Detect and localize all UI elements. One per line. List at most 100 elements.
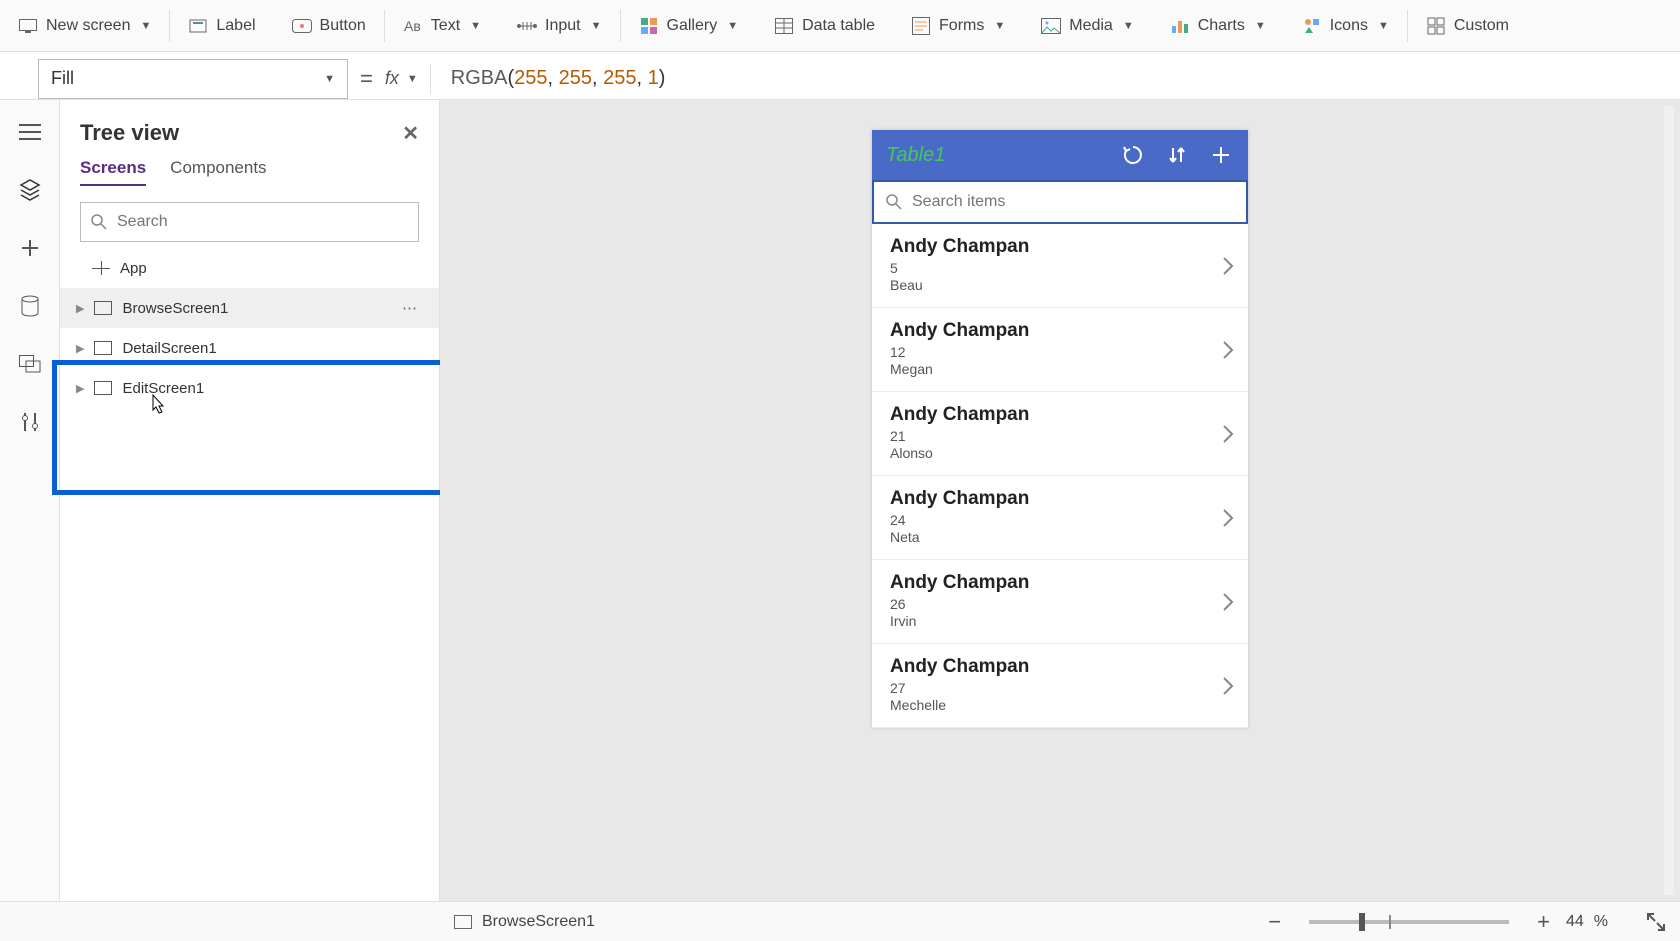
insert-icon[interactable] xyxy=(16,234,44,262)
ribbon-button-btn[interactable]: Button xyxy=(274,0,384,51)
ribbon-label-btn[interactable]: Label xyxy=(170,0,273,51)
ribbon-media[interactable]: Media ▼ xyxy=(1023,0,1151,51)
fx-selector[interactable]: fx ▼ xyxy=(385,68,418,89)
more-icon[interactable]: ⋯ xyxy=(402,299,419,317)
media-icon xyxy=(1041,16,1061,36)
tree-view-icon[interactable] xyxy=(16,176,44,204)
ribbon-text[interactable]: Aʙ Text ▼ xyxy=(385,0,499,51)
preview-header: Table1 xyxy=(872,130,1248,180)
ribbon-label: Forms xyxy=(939,17,984,35)
advanced-tools-icon[interactable] xyxy=(16,408,44,436)
left-rail xyxy=(0,100,60,901)
gallery-item-number: 26 xyxy=(890,596,1232,612)
text-icon: Aʙ xyxy=(403,16,423,36)
gallery-item-number: 24 xyxy=(890,512,1232,528)
screen-icon xyxy=(94,301,112,315)
formula-arg: 255 xyxy=(559,67,592,90)
chevron-down-icon: ▼ xyxy=(324,73,335,85)
formula-arg: 255 xyxy=(603,67,636,90)
screen-icon xyxy=(454,915,472,929)
ribbon-data-table[interactable]: Data table xyxy=(756,0,893,51)
ribbon-icons[interactable]: Icons ▼ xyxy=(1284,0,1407,51)
data-icon[interactable] xyxy=(16,292,44,320)
tab-screens[interactable]: Screens xyxy=(80,158,146,186)
ribbon-custom[interactable]: Custom xyxy=(1408,0,1527,51)
chevron-right-icon[interactable]: ▶ xyxy=(76,302,84,315)
ribbon-new-screen[interactable]: New screen ▼ xyxy=(0,0,169,51)
tree-item-browsescreen1[interactable]: ▶ BrowseScreen1 ⋯ xyxy=(60,288,439,328)
datatable-icon xyxy=(774,16,794,36)
tree-search-input[interactable] xyxy=(117,213,408,231)
chevron-right-icon[interactable] xyxy=(1222,592,1234,612)
chevron-right-icon[interactable]: ▶ xyxy=(76,382,84,395)
gallery-item-subtitle: Megan xyxy=(890,361,1232,377)
ribbon-label: Label xyxy=(216,17,255,35)
hamburger-icon[interactable] xyxy=(16,118,44,146)
chevron-right-icon[interactable] xyxy=(1222,340,1234,360)
ribbon-label: New screen xyxy=(46,17,130,35)
zoom-in-button[interactable]: + xyxy=(1531,909,1556,935)
close-icon[interactable]: ✕ xyxy=(402,121,419,146)
search-icon xyxy=(886,194,902,210)
chevron-down-icon: ▼ xyxy=(1255,20,1266,32)
chevron-right-icon[interactable] xyxy=(1222,676,1234,696)
formula-arg: 1 xyxy=(648,67,659,90)
ribbon-gallery[interactable]: Gallery ▼ xyxy=(621,0,757,51)
gallery-item-title: Andy Champan xyxy=(890,404,1232,426)
sort-icon[interactable] xyxy=(1164,142,1190,168)
preview-search-input[interactable] xyxy=(912,193,1234,211)
ribbon-label: Charts xyxy=(1198,17,1245,35)
equals-sign: = xyxy=(360,66,373,92)
search-icon xyxy=(91,214,107,230)
fx-icon: fx xyxy=(385,68,399,89)
gallery-item[interactable]: Andy Champan21Alonso xyxy=(872,392,1248,476)
ribbon-charts[interactable]: Charts ▼ xyxy=(1152,0,1284,51)
screen-icon xyxy=(94,381,112,395)
formula-fn: RGBA xyxy=(451,67,508,90)
chevron-down-icon: ▼ xyxy=(591,20,602,32)
ribbon-input[interactable]: Input ▼ xyxy=(499,0,619,51)
tree-search[interactable] xyxy=(80,202,419,242)
gallery-item-title: Andy Champan xyxy=(890,236,1232,258)
tree-item-app[interactable]: App xyxy=(60,248,439,288)
canvas-scrollbar[interactable] xyxy=(1664,106,1674,895)
formula-input[interactable]: RGBA(255, 255, 255, 1) xyxy=(443,59,1670,99)
gallery-item-subtitle: Beau xyxy=(890,277,1232,293)
chevron-right-icon[interactable] xyxy=(1222,508,1234,528)
gallery-item[interactable]: Andy Champan27Mechelle xyxy=(872,644,1248,728)
gallery-item-number: 12 xyxy=(890,344,1232,360)
formula-arg: 255 xyxy=(514,67,547,90)
chevron-right-icon[interactable] xyxy=(1222,424,1234,444)
chevron-right-icon[interactable] xyxy=(1222,256,1234,276)
tree-item-editscreen1[interactable]: ▶ EditScreen1 xyxy=(60,368,439,408)
app-icon xyxy=(92,261,110,275)
gallery-item-number: 27 xyxy=(890,680,1232,696)
gallery-item[interactable]: Andy Champan12Megan xyxy=(872,308,1248,392)
ribbon-label: Text xyxy=(431,17,460,35)
chevron-down-icon: ▼ xyxy=(727,20,738,32)
screen-icon xyxy=(94,341,112,355)
zoom-slider[interactable] xyxy=(1309,920,1509,924)
refresh-icon[interactable] xyxy=(1120,142,1146,168)
add-icon[interactable] xyxy=(1208,142,1234,168)
gallery-item-number: 5 xyxy=(890,260,1232,276)
zoom-percent-sign: % xyxy=(1594,913,1608,931)
tree-item-detailscreen1[interactable]: ▶ DetailScreen1 xyxy=(60,328,439,368)
gallery-item-title: Andy Champan xyxy=(890,572,1232,594)
canvas[interactable]: Table1 Andy Champan5BeauAndy Champan12Me… xyxy=(440,100,1680,901)
zoom-out-button[interactable]: − xyxy=(1262,909,1287,935)
ribbon-forms[interactable]: Forms ▼ xyxy=(893,0,1023,51)
property-selector[interactable]: Fill ▼ xyxy=(38,59,348,99)
gallery-item[interactable]: Andy Champan26Irvin xyxy=(872,560,1248,644)
gallery-item[interactable]: Andy Champan 5Beau xyxy=(872,224,1248,308)
tree-item-label: BrowseScreen1 xyxy=(122,300,228,317)
chevron-right-icon[interactable]: ▶ xyxy=(76,342,84,355)
tab-components[interactable]: Components xyxy=(170,158,266,186)
gallery-item[interactable]: Andy Champan24Neta xyxy=(872,476,1248,560)
ribbon-label: Custom xyxy=(1454,17,1509,35)
ribbon-toolbar: New screen ▼ Label Button Aʙ Text ▼ Inpu… xyxy=(0,0,1680,52)
chevron-down-icon: ▼ xyxy=(407,73,418,85)
fullscreen-icon[interactable] xyxy=(1646,912,1666,932)
media-panel-icon[interactable] xyxy=(16,350,44,378)
formula-bar: Fill ▼ = fx ▼ RGBA(255, 255, 255, 1) xyxy=(0,52,1680,100)
